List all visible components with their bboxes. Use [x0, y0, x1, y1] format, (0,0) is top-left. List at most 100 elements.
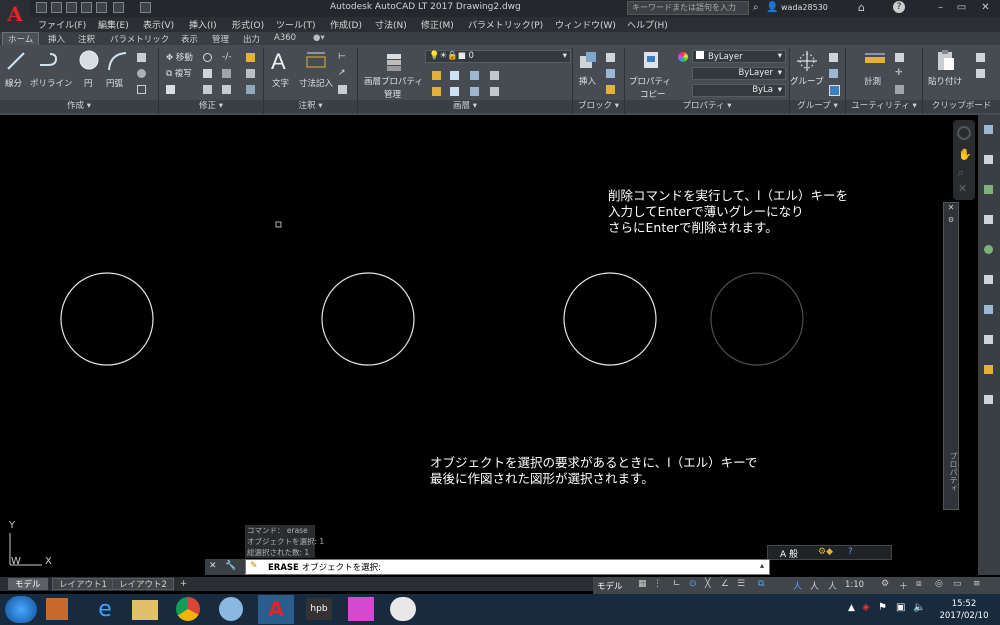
- tool-icon-1[interactable]: [984, 125, 993, 134]
- ime-mode[interactable]: A 般: [780, 547, 798, 560]
- group-select-icon[interactable]: [829, 85, 840, 96]
- user-icon[interactable]: 👤: [766, 2, 778, 14]
- layer-unlock-icon[interactable]: [470, 87, 479, 96]
- circle-icon[interactable]: [78, 49, 100, 71]
- insert-label[interactable]: 挿入: [579, 75, 596, 87]
- panel-title-modify[interactable]: 修正 ▾: [159, 100, 263, 113]
- palette-close-icon[interactable]: ✕: [944, 203, 958, 212]
- tab-output[interactable]: 出力: [243, 33, 260, 45]
- tab-layout1[interactable]: レイアウト1: [52, 578, 114, 590]
- group-label[interactable]: グループ: [790, 75, 824, 87]
- line-label[interactable]: 線分: [5, 77, 22, 89]
- menu-modify[interactable]: 修正(M): [421, 18, 454, 31]
- tool-icon-2[interactable]: [984, 155, 993, 164]
- arc-icon[interactable]: [106, 50, 128, 72]
- tray-flag-icon[interactable]: ⚑: [878, 602, 887, 613]
- orbit-icon[interactable]: ✕: [958, 182, 967, 195]
- app-menu-button[interactable]: ALT: [0, 0, 30, 39]
- tool-icon-9[interactable]: [984, 365, 993, 374]
- ungroup-icon[interactable]: [829, 53, 838, 62]
- paint-app-icon[interactable]: [348, 597, 374, 621]
- minimize-button[interactable]: –: [935, 2, 946, 13]
- ime-help-icon[interactable]: ?: [848, 547, 853, 557]
- command-close-icon[interactable]: ✕: [209, 561, 217, 571]
- menu-format[interactable]: 形式(O): [232, 18, 264, 31]
- menu-tools[interactable]: ツール(T): [276, 18, 316, 31]
- layer-match-icon[interactable]: [432, 87, 441, 96]
- annotation-scale-value[interactable]: 1:10: [845, 580, 864, 590]
- new-file-icon[interactable]: [36, 2, 47, 13]
- circle-object-2[interactable]: [321, 272, 415, 366]
- tray-antivirus-icon[interactable]: ◈: [862, 602, 870, 613]
- polar-icon[interactable]: ⊙: [689, 579, 697, 589]
- point-style-icon[interactable]: ✛: [895, 69, 904, 78]
- annotation-visibility-icon[interactable]: 人: [793, 579, 802, 592]
- tool-icon-4[interactable]: [984, 215, 993, 224]
- tool-icon-8[interactable]: [984, 335, 993, 344]
- plus-icon[interactable]: ＋: [899, 579, 908, 592]
- hardware-accel-icon[interactable]: ◎: [935, 579, 943, 589]
- layer-freeze-icon[interactable]: [470, 71, 479, 80]
- tab-view[interactable]: 表示: [181, 33, 198, 45]
- quick-select-icon[interactable]: [895, 53, 904, 62]
- explode-icon[interactable]: [246, 69, 255, 78]
- search-icon[interactable]: ⌕: [753, 2, 765, 14]
- paste-label[interactable]: 貼り付け: [928, 75, 962, 87]
- tray-volume-icon[interactable]: 🔈: [913, 602, 925, 613]
- tool-icon-10[interactable]: [984, 395, 993, 404]
- tray-network-icon[interactable]: ▣: [896, 602, 905, 613]
- panel-title-clipboard[interactable]: クリップボード: [923, 100, 1000, 113]
- erase-icon[interactable]: [246, 53, 255, 62]
- command-recent-icon[interactable]: ▴: [760, 561, 764, 570]
- layer-off-icon[interactable]: [432, 71, 441, 80]
- media-player-icon[interactable]: [46, 598, 68, 620]
- layer-lock-icon[interactable]: [490, 71, 499, 80]
- save-as-icon[interactable]: [81, 2, 92, 13]
- rotate-icon[interactable]: [203, 53, 212, 62]
- thunderbird-icon[interactable]: [219, 597, 243, 621]
- tab-annotate[interactable]: 注釈: [78, 33, 95, 45]
- tab-parametric[interactable]: パラメトリック: [110, 33, 169, 45]
- rectangle-icon[interactable]: [137, 53, 146, 62]
- offset-icon[interactable]: [246, 85, 255, 94]
- panel-title-block[interactable]: ブロック ▾: [573, 100, 624, 113]
- panel-title-draw[interactable]: 作成 ▾: [0, 100, 158, 113]
- measure-label[interactable]: 計測: [864, 75, 881, 87]
- workspace-gear-icon[interactable]: ⚙: [881, 579, 889, 589]
- tab-layout2[interactable]: レイアウト2: [112, 578, 174, 590]
- circle-object-selected[interactable]: [710, 272, 804, 366]
- tab-insert[interactable]: 挿入: [48, 33, 65, 45]
- array-icon[interactable]: [222, 85, 231, 94]
- layer-thaw-icon[interactable]: [490, 87, 499, 96]
- maximize-button[interactable]: ▭: [956, 2, 967, 13]
- tab-model[interactable]: モデル: [8, 578, 48, 590]
- copy-button[interactable]: ⧉ 複写: [166, 67, 192, 79]
- model-space-toggle[interactable]: モデル: [597, 580, 623, 592]
- tab-manage[interactable]: 管理: [212, 33, 229, 45]
- tab-overflow-icon[interactable]: ●▾: [313, 33, 325, 43]
- undo-icon[interactable]: [113, 2, 124, 13]
- ime-tools-icon[interactable]: ⚙◆: [818, 547, 833, 557]
- properties-label[interactable]: プロパティ: [629, 75, 671, 87]
- text-label[interactable]: 文字: [272, 77, 289, 89]
- layer-previous-icon[interactable]: [450, 87, 459, 96]
- circle-label[interactable]: 円: [84, 77, 93, 89]
- add-layout-button[interactable]: +: [174, 578, 193, 590]
- circle-object-1[interactable]: [60, 272, 154, 366]
- polyline-label[interactable]: ポリライン: [30, 77, 73, 89]
- create-block-icon[interactable]: [606, 53, 615, 62]
- menu-insert[interactable]: 挿入(I): [189, 18, 217, 31]
- copy-clip-icon[interactable]: [976, 53, 985, 62]
- tool-icon-7[interactable]: [984, 305, 993, 314]
- text-icon[interactable]: A: [271, 49, 286, 75]
- start-button[interactable]: [5, 596, 37, 623]
- osnap-icon[interactable]: ╳: [705, 579, 710, 589]
- selection-cycling-icon[interactable]: ⧉: [758, 579, 764, 589]
- user-name[interactable]: wada28530: [781, 3, 828, 12]
- tab-a360[interactable]: A360: [274, 33, 296, 43]
- group-icon[interactable]: [795, 49, 819, 73]
- move-button[interactable]: ✥ 移動: [166, 51, 193, 63]
- tool-icon-3[interactable]: [984, 185, 993, 194]
- close-button[interactable]: ✕: [980, 2, 991, 13]
- cut-icon[interactable]: [976, 69, 985, 78]
